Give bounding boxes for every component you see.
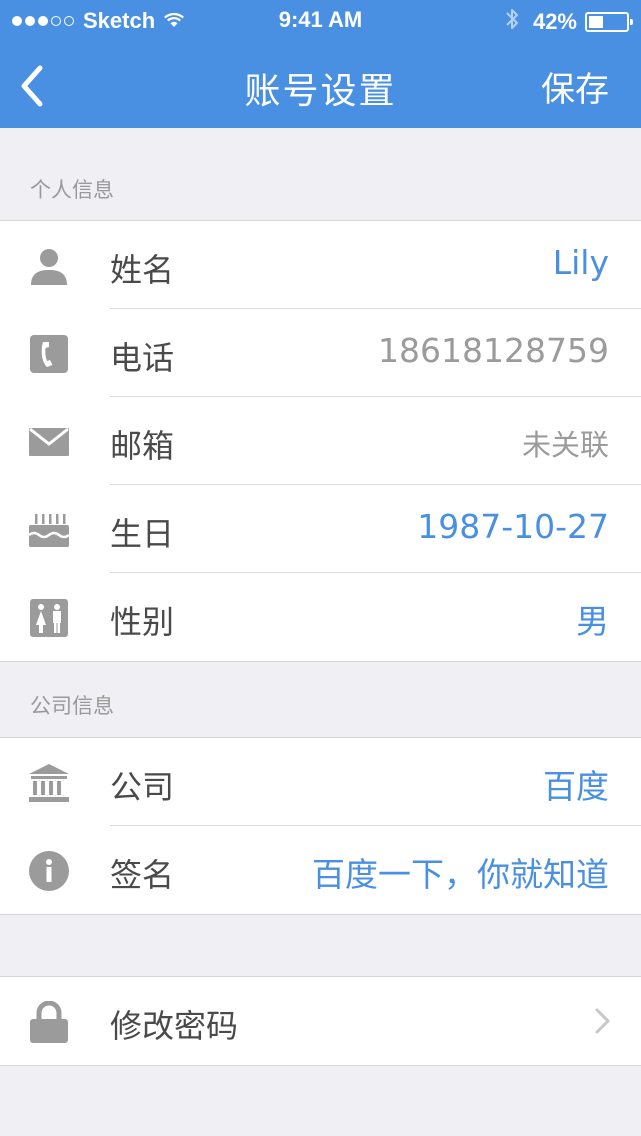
gender-icon xyxy=(28,597,70,639)
company-value: 百度 xyxy=(543,767,609,806)
birthday-value: 1987-10-27 xyxy=(417,507,609,546)
row-label: 邮箱 xyxy=(110,427,175,465)
section-label-personal: 个人信息 xyxy=(30,178,114,202)
signature-value: 百度一下，你就知道 xyxy=(312,855,609,894)
row-label: 生日 xyxy=(110,515,175,553)
save-button[interactable]: 保存 xyxy=(541,62,609,111)
security-group: 修改密码 xyxy=(0,976,641,1066)
personal-info-group: 姓名 Lily 电话 18618128759 邮箱 未关联 生日 1987-10… xyxy=(0,220,641,662)
row-label: 签名 xyxy=(110,856,175,894)
row-label: 修改密码 xyxy=(110,1007,239,1045)
battery-percent: 42% xyxy=(532,9,577,34)
row-label: 性别 xyxy=(110,603,175,641)
mail-icon xyxy=(28,421,70,463)
row-signature[interactable]: 签名 百度一下，你就知道 xyxy=(0,826,641,914)
row-email[interactable]: 邮箱 未关联 xyxy=(0,397,641,485)
row-label: 电话 xyxy=(110,339,175,377)
phone-value: 18618128759 xyxy=(378,331,609,370)
email-value: 未关联 xyxy=(521,428,609,462)
row-gender[interactable]: 性别 男 xyxy=(0,573,641,661)
battery-icon xyxy=(585,12,633,32)
row-change-password[interactable]: 修改密码 xyxy=(0,977,641,1065)
bank-icon xyxy=(28,762,70,804)
row-name[interactable]: 姓名 Lily xyxy=(0,221,641,309)
status-bar: Sketch 9:41 AM 42% xyxy=(0,0,641,40)
row-birthday[interactable]: 生日 1987-10-27 xyxy=(0,485,641,573)
chevron-right-icon xyxy=(593,1007,611,1035)
phone-icon xyxy=(28,333,70,375)
status-right: 42% xyxy=(505,7,633,37)
row-label: 公司 xyxy=(110,768,175,806)
header: Sketch 9:41 AM 42% 账号设置 保存 xyxy=(0,0,641,128)
name-value: Lily xyxy=(552,243,609,282)
row-company[interactable]: 公司 百度 xyxy=(0,738,641,826)
company-info-group: 公司 百度 签名 百度一下，你就知道 xyxy=(0,737,641,915)
section-label-company: 公司信息 xyxy=(30,694,114,718)
row-phone[interactable]: 电话 18618128759 xyxy=(0,309,641,397)
info-icon xyxy=(28,850,70,892)
gender-value: 男 xyxy=(576,602,609,641)
lock-icon xyxy=(28,1000,70,1043)
cake-icon xyxy=(28,509,70,551)
row-label: 姓名 xyxy=(110,251,175,289)
bluetooth-icon xyxy=(505,7,519,37)
person-icon xyxy=(28,245,70,287)
